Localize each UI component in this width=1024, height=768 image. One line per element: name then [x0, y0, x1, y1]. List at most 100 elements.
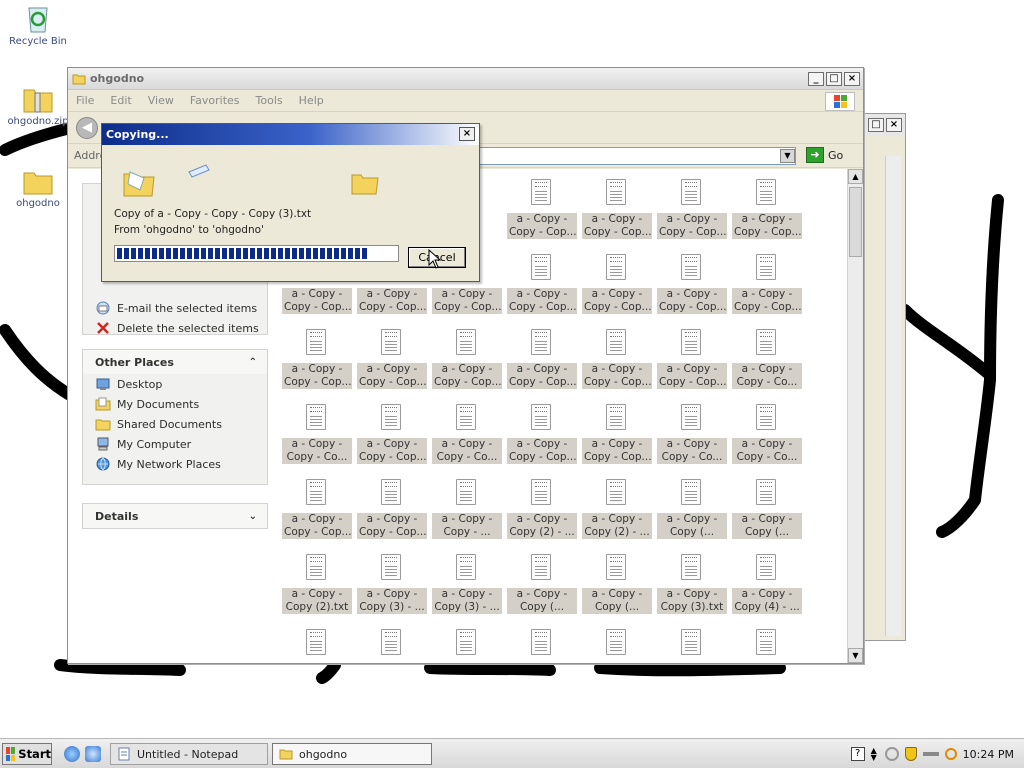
scroll-thumb[interactable] — [849, 187, 862, 257]
task-explorer[interactable]: ohgodno — [272, 743, 432, 765]
file-item[interactable]: a - Copy - Copy (3) - ... — [357, 548, 427, 618]
file-label-line1: a - Copy - — [741, 213, 793, 225]
scroll-down-icon[interactable]: ▼ — [848, 648, 863, 663]
file-label-line1: a - Copy - — [291, 588, 343, 600]
place-my-computer[interactable]: My Computer — [83, 434, 267, 454]
file-item[interactable]: a - Copy - Copy - Cop... — [507, 323, 577, 393]
other-places-header[interactable]: Other Places ⌃ — [83, 350, 267, 374]
menu-edit[interactable]: Edit — [110, 94, 131, 107]
file-item[interactable]: a - Copy - Copy (2) - ... — [507, 473, 577, 543]
chevron-up-icon[interactable]: ⌃ — [249, 357, 257, 368]
file-item[interactable]: a - Copy - Copy (3).txt — [657, 548, 727, 618]
details-header[interactable]: Details ⌄ — [83, 504, 267, 528]
file-item[interactable]: a - Copy - Copy (3) - ... — [432, 548, 502, 618]
menu-tools[interactable]: Tools — [256, 94, 283, 107]
menu-help[interactable]: Help — [299, 94, 324, 107]
task-notepad[interactable]: Untitled - Notepad — [110, 743, 268, 765]
file-item[interactable]: a - Copy - Copy - Co... — [657, 398, 727, 468]
file-item[interactable] — [432, 623, 502, 663]
chevron-down-icon[interactable]: ⌄ — [249, 511, 257, 522]
file-item[interactable] — [357, 623, 427, 663]
file-item[interactable]: a - Copy - Copy - Co... — [282, 398, 352, 468]
desktop-icon-zip[interactable]: ohgodno.zip — [2, 84, 74, 127]
task-email-items[interactable]: E-mail the selected items — [83, 298, 257, 318]
file-item[interactable]: a - Copy - Copy - Cop... — [657, 248, 727, 318]
tray-arrows-icon[interactable]: ▲ ▼ — [871, 747, 879, 762]
file-item[interactable]: a - Copy - Copy - Cop... — [357, 323, 427, 393]
network-tray-icon[interactable] — [884, 747, 899, 761]
start-button[interactable]: Start — [2, 743, 52, 765]
file-item[interactable] — [507, 623, 577, 663]
file-label: a - Copy - Copy - Cop... — [582, 438, 652, 464]
place-shared-documents[interactable]: Shared Documents — [83, 414, 267, 434]
file-item[interactable]: a - Copy - Copy - Cop... — [357, 398, 427, 468]
file-item[interactable] — [657, 623, 727, 663]
maximize-button[interactable]: □ — [826, 71, 842, 86]
media-icon[interactable] — [85, 746, 101, 762]
file-item[interactable]: a - Copy - Copy - Cop... — [582, 248, 652, 318]
address-input[interactable]: ▼ — [476, 147, 796, 165]
place-my-documents[interactable]: My Documents — [83, 394, 267, 414]
file-item[interactable]: a - Copy - Copy - Cop... — [732, 248, 802, 318]
file-item[interactable]: a - Copy - Copy (... — [507, 548, 577, 618]
file-item[interactable]: a - Copy - Copy - Cop... — [582, 323, 652, 393]
go-button[interactable]: ➜ Go — [806, 147, 843, 163]
file-item[interactable]: a - Copy - Copy - Cop... — [657, 173, 727, 243]
file-item[interactable] — [282, 623, 352, 663]
file-item[interactable]: a - Copy - Copy - Cop... — [357, 473, 427, 543]
copying-dialog[interactable]: Copying... × Copy of a - Copy - Copy - C… — [101, 123, 480, 282]
file-item[interactable]: a - Copy - Copy (... — [657, 473, 727, 543]
close-button[interactable]: × — [844, 71, 860, 86]
desktop-icon-recycle-bin[interactable]: Recycle Bin — [2, 2, 74, 47]
minimize-button[interactable]: _ — [808, 71, 824, 86]
file-item[interactable]: a - Copy - Copy - Cop... — [282, 473, 352, 543]
search-icon[interactable] — [944, 748, 957, 760]
file-item[interactable] — [732, 623, 802, 663]
file-item[interactable]: a - Copy - Copy - Cop... — [507, 248, 577, 318]
file-item[interactable]: a - Copy - Copy - Cop... — [507, 173, 577, 243]
help-icon[interactable]: ? — [850, 747, 865, 761]
file-item[interactable]: a - Copy - Copy - Co... — [432, 398, 502, 468]
place-desktop[interactable]: Desktop — [83, 374, 267, 394]
maximize-icon[interactable]: □ — [868, 118, 884, 132]
close-icon[interactable]: × — [886, 118, 902, 132]
menu-favorites[interactable]: Favorites — [190, 94, 240, 107]
explorer-titlebar[interactable]: ohgodno _ □ × — [68, 68, 863, 90]
file-item[interactable]: a - Copy - Copy (2).txt — [282, 548, 352, 618]
dialog-titlebar[interactable]: Copying... × — [102, 124, 479, 145]
menu-file[interactable]: File — [76, 94, 94, 107]
file-item[interactable]: a - Copy - Copy (... — [732, 473, 802, 543]
file-label: a - Copy - Copy - Cop... — [282, 513, 352, 539]
menu-view[interactable]: View — [148, 94, 174, 107]
file-item[interactable]: a - Copy - Copy (2) - ... — [582, 473, 652, 543]
file-item[interactable] — [582, 623, 652, 663]
task-delete-items[interactable]: Delete the selected items — [83, 318, 259, 338]
file-label-line1: a - Copy - — [591, 213, 643, 225]
file-item[interactable]: a - Copy - Copy - Co... — [732, 323, 802, 393]
scroll-up-icon[interactable]: ▲ — [848, 169, 863, 184]
close-button[interactable]: × — [459, 127, 475, 141]
vertical-scrollbar[interactable]: ▲ ▼ — [847, 169, 863, 663]
desktop-icon-folder[interactable]: ohgodno — [2, 168, 74, 209]
security-shield-icon[interactable] — [904, 747, 917, 761]
file-item[interactable]: a - Copy - Copy - Cop... — [432, 323, 502, 393]
file-item[interactable]: a - Copy - Copy - Co... — [732, 398, 802, 468]
background-window-titlebar[interactable]: □ × — [861, 114, 905, 136]
file-item[interactable]: a - Copy - Copy - Cop... — [582, 398, 652, 468]
file-item[interactable]: a - Copy - Copy (... — [582, 548, 652, 618]
connection-icon[interactable] — [922, 752, 939, 756]
internet-explorer-icon[interactable] — [64, 746, 80, 762]
background-window-scrollbar[interactable] — [885, 156, 901, 636]
background-window[interactable]: □ × — [860, 113, 906, 641]
file-item[interactable]: a - Copy - Copy - Cop... — [282, 323, 352, 393]
back-button[interactable]: ◀ — [76, 117, 98, 139]
file-item[interactable]: a - Copy - Copy - ... — [432, 473, 502, 543]
file-item[interactable]: a - Copy - Copy (4) - ... — [732, 548, 802, 618]
file-item[interactable]: a - Copy - Copy - Cop... — [507, 398, 577, 468]
file-label-line2: Copy (2) - ... — [584, 526, 650, 538]
place-my-network-places[interactable]: My Network Places — [83, 454, 267, 474]
file-item[interactable]: a - Copy - Copy - Cop... — [732, 173, 802, 243]
chevron-down-icon[interactable]: ▼ — [780, 149, 795, 163]
file-item[interactable]: a - Copy - Copy - Cop... — [657, 323, 727, 393]
file-item[interactable]: a - Copy - Copy - Cop... — [582, 173, 652, 243]
